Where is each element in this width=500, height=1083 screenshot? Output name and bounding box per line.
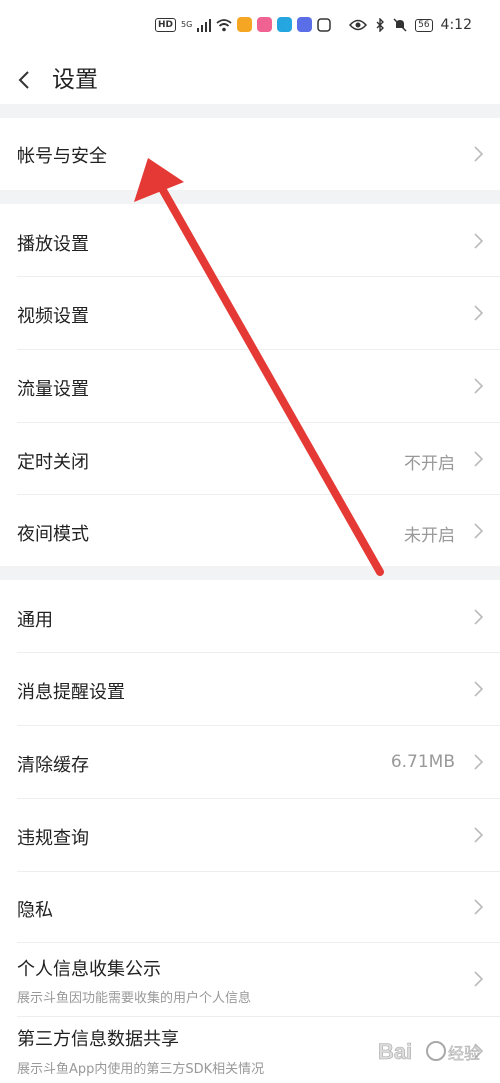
settings-row-sleep-timer[interactable]: 定时关闭 不开启 xyxy=(0,423,500,494)
watermark-logo: Bai 经验 xyxy=(378,1039,481,1065)
app-header: 设置 xyxy=(0,56,500,104)
chevron-left-icon xyxy=(18,71,29,89)
app-notification-icon xyxy=(297,17,313,32)
hd-indicator: HD xyxy=(155,17,177,32)
screen-record-icon xyxy=(317,17,332,32)
app-notification-icon xyxy=(237,17,253,32)
bluetooth-icon xyxy=(376,18,385,32)
network-type: 5G xyxy=(181,19,193,29)
chevron-right-icon xyxy=(474,754,484,770)
app-notification-icon xyxy=(277,17,293,32)
svg-text:经验: 经验 xyxy=(448,1045,480,1063)
chevron-right-icon xyxy=(474,451,484,467)
battery-indicator: 56 xyxy=(415,18,433,32)
row-label: 通用 xyxy=(17,610,53,631)
cache-size-value: 6.71MB xyxy=(390,752,455,772)
row-value: 不开启 xyxy=(404,454,455,474)
eye-icon xyxy=(349,19,368,31)
status-bar: HD 5G 56 4:12 xyxy=(0,0,500,56)
chevron-right-icon xyxy=(474,971,484,987)
chevron-right-icon xyxy=(474,378,484,394)
chevron-right-icon xyxy=(474,523,484,539)
row-label: 视频设置 xyxy=(17,306,89,327)
status-bar-right: 56 4:12 xyxy=(349,17,472,33)
back-button[interactable] xyxy=(12,62,42,98)
chevron-right-icon xyxy=(474,146,484,162)
row-label: 违规查询 xyxy=(17,828,89,849)
settings-row-video[interactable]: 视频设置 xyxy=(0,277,500,349)
settings-row-general[interactable]: 通用 xyxy=(0,580,500,652)
settings-row-account-security[interactable]: 帐号与安全 xyxy=(0,118,500,190)
chevron-right-icon xyxy=(474,899,484,915)
row-label: 第三方信息数据共享 xyxy=(17,1029,179,1050)
chevron-right-icon xyxy=(474,681,484,697)
clock: 4:12 xyxy=(440,17,472,33)
settings-row-data-usage[interactable]: 流量设置 xyxy=(0,350,500,422)
status-bar-left: HD 5G xyxy=(155,17,332,32)
app-notification-icon xyxy=(257,17,273,32)
svg-text:Bai: Bai xyxy=(378,1039,412,1064)
chevron-right-icon xyxy=(474,827,484,843)
row-label: 定时关闭 xyxy=(17,452,89,473)
settings-row-playback[interactable]: 播放设置 xyxy=(0,204,500,276)
row-label: 播放设置 xyxy=(17,234,89,255)
wifi-icon xyxy=(216,18,232,31)
settings-row-personal-info-disclosure[interactable]: 个人信息收集公示 展示斗鱼因功能需要收集的用户个人信息 xyxy=(0,943,500,1016)
row-subtitle: 展示斗鱼因功能需要收集的用户个人信息 xyxy=(17,991,252,1006)
mute-bell-icon xyxy=(393,18,407,32)
section-gap xyxy=(0,104,500,118)
chevron-right-icon xyxy=(474,609,484,625)
section-gap xyxy=(0,190,500,204)
section-gap xyxy=(0,566,500,580)
settings-row-night-mode[interactable]: 夜间模式 未开启 xyxy=(0,495,500,566)
settings-row-clear-cache[interactable]: 清除缓存 6.71MB xyxy=(0,726,500,798)
row-label: 清除缓存 xyxy=(17,755,89,776)
signal-icon xyxy=(197,18,212,32)
settings-row-notifications[interactable]: 消息提醒设置 xyxy=(0,653,500,725)
settings-row-privacy[interactable]: 隐私 xyxy=(0,872,500,942)
settings-row-violation-query[interactable]: 违规查询 xyxy=(0,799,500,871)
row-label: 夜间模式 xyxy=(17,524,89,545)
row-label: 个人信息收集公示 xyxy=(17,959,161,980)
row-label: 帐号与安全 xyxy=(17,146,107,167)
row-label: 隐私 xyxy=(17,900,53,921)
row-label: 消息提醒设置 xyxy=(17,682,125,703)
chevron-right-icon xyxy=(474,305,484,321)
row-label: 流量设置 xyxy=(17,379,89,400)
row-value: 未开启 xyxy=(404,526,455,546)
page-title: 设置 xyxy=(52,67,98,93)
row-subtitle: 展示斗鱼App内使用的第三方SDK相关情况 xyxy=(17,1062,265,1077)
chevron-right-icon xyxy=(474,233,484,249)
